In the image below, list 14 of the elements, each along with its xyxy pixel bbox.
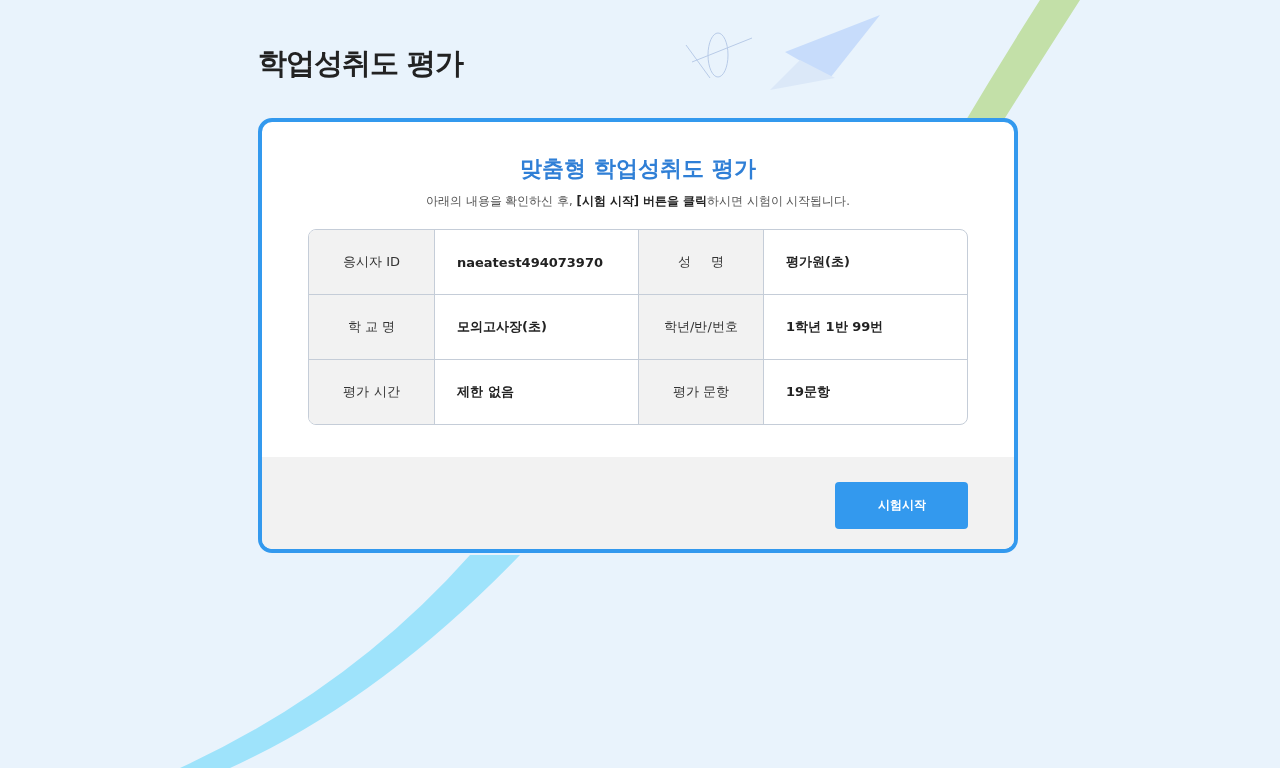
instruction-text: 아래의 내용을 확인하신 후, [시험 시작] 버튼을 클릭하시면 시험이 시작됩니다.: [425, 194, 851, 209]
value-cell: 19문항: [763, 359, 967, 424]
card-title: 맞춤형 학업성취도 평가: [519, 155, 757, 183]
label-cell: 학 교 명: [309, 294, 434, 359]
label-cell: 성 명: [638, 230, 763, 294]
start-exam-button[interactable]: 시험시작: [835, 481, 968, 529]
value-cell: 1학년 1반 99번: [763, 294, 967, 359]
label-cell: 평가 시간: [309, 359, 434, 424]
label-cell: 평가 문항: [638, 359, 763, 424]
page-title: 학업성취도 평가: [258, 45, 464, 82]
label-cell: 학년/반/번호: [638, 294, 763, 359]
value-cell: 평가원(초): [763, 230, 967, 294]
graph-sketch-drawing: [685, 32, 753, 79]
label-cell: 응시자 ID: [309, 230, 434, 294]
